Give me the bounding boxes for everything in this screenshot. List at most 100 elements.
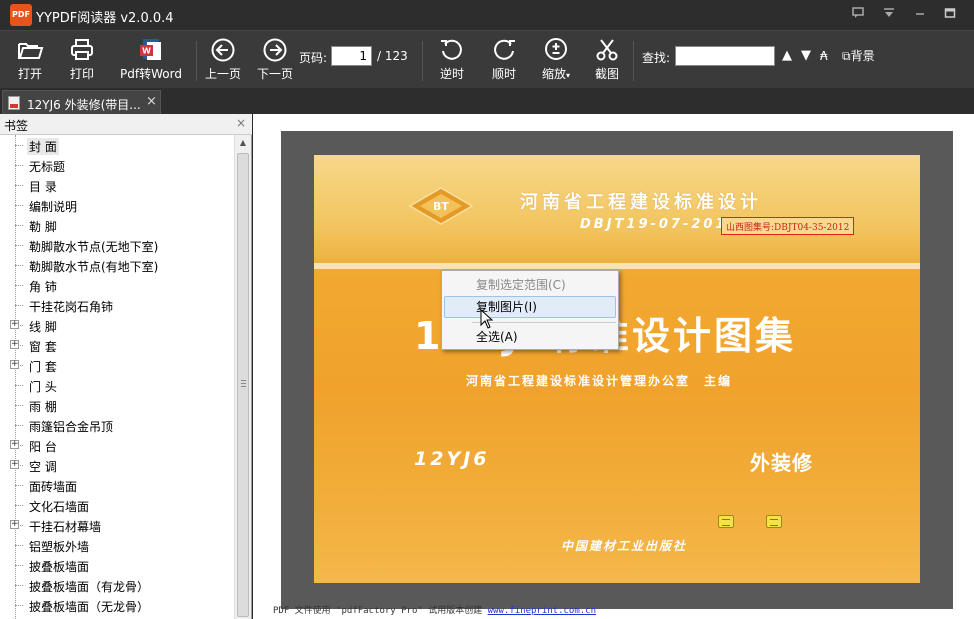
bookmark-item[interactable]: + 阳 台 xyxy=(0,435,234,455)
context-menu: 复制选定范围(C) 复制图片(I) 全选(A) xyxy=(441,270,619,350)
bookmark-label: 角 铈 xyxy=(29,280,57,294)
print-button[interactable]: 打印 xyxy=(62,35,102,85)
document-viewer[interactable]: BT 河南省工程建设标准设计 DBJT19-07-2012 山西图集号:DBJT… xyxy=(253,114,974,619)
open-label: 打开 xyxy=(17,67,42,81)
page-number-input[interactable] xyxy=(331,46,372,66)
close-panel-icon[interactable]: × xyxy=(236,116,246,130)
bookmark-item[interactable]: 勒脚散水节点(有地下室) xyxy=(0,255,234,275)
bookmark-scrollbar[interactable]: ▲ xyxy=(234,135,251,619)
bookmark-label: 窗 套 xyxy=(29,340,57,354)
bookmark-label: 勒脚散水节点(无地下室) xyxy=(29,240,159,254)
cover-page[interactable]: BT 河南省工程建设标准设计 DBJT19-07-2012 山西图集号:DBJT… xyxy=(314,155,920,583)
scissors-icon xyxy=(596,39,618,61)
bookmark-item[interactable]: + 门 套 xyxy=(0,355,234,375)
tree-connector xyxy=(15,265,23,266)
ctx-copy-selection[interactable]: 复制选定范围(C) xyxy=(444,274,616,296)
menu-dropdown-icon[interactable] xyxy=(880,6,898,24)
find-next-icon[interactable]: ▼ xyxy=(801,47,811,65)
close-tab-icon[interactable]: × xyxy=(146,94,157,109)
scroll-up-icon[interactable]: ▲ xyxy=(235,135,251,151)
bookmark-item[interactable]: + 干挂石材幕墙 xyxy=(0,515,234,535)
bookmark-item[interactable]: 目 录 xyxy=(0,175,234,195)
arrow-right-circle-icon xyxy=(263,38,287,62)
bookmark-item[interactable]: 勒脚散水节点(无地下室) xyxy=(0,235,234,255)
document-tab-label: 12YJ6 外装修(带目... xyxy=(27,98,141,112)
match-case-icon[interactable]: ₳ xyxy=(820,47,828,65)
bookmark-item[interactable]: 勒 脚 xyxy=(0,215,234,235)
bookmark-item[interactable]: 封 面 xyxy=(0,135,234,155)
bookmark-item[interactable]: 披叠板墙面（无龙骨） xyxy=(0,595,234,615)
expand-icon[interactable]: + xyxy=(10,440,19,449)
tab-bar: 12YJ6 外装修(带目... × xyxy=(0,88,974,114)
bookmark-item[interactable]: 门 头 xyxy=(0,375,234,395)
bookmark-item[interactable]: + 线 脚 xyxy=(0,315,234,335)
bookmark-label: 门 头 xyxy=(29,380,57,394)
rotate-ccw-icon xyxy=(441,39,462,60)
find-prev-icon[interactable]: ▲ xyxy=(782,47,792,65)
next-page-label: 下一页 xyxy=(256,67,293,81)
annotation-note-icon[interactable] xyxy=(718,515,734,528)
bookmark-item[interactable]: 无标题 xyxy=(0,155,234,175)
expand-icon[interactable]: + xyxy=(10,340,19,349)
prev-page-button[interactable]: 上一页 xyxy=(203,35,243,85)
maximize-icon[interactable] xyxy=(941,6,959,24)
annotation-note-icon[interactable] xyxy=(766,515,782,528)
screenshot-button[interactable]: 截图 xyxy=(587,35,627,85)
chevron-down-icon: ▾ xyxy=(566,71,571,80)
minimize-icon[interactable] xyxy=(911,6,929,24)
bookmark-item[interactable]: 雨 棚 xyxy=(0,395,234,415)
bookmark-item[interactable]: 编制说明 xyxy=(0,195,234,215)
pdf-to-word-button[interactable]: W Pdf转Word xyxy=(117,35,185,85)
zoom-plus-minus-icon xyxy=(545,38,567,60)
toolbar-divider xyxy=(422,41,423,81)
bookmark-item[interactable]: + 窗 套 xyxy=(0,335,234,355)
bookmark-item[interactable]: 文化石墙面 xyxy=(0,495,234,515)
bookmark-item[interactable]: 面砖墙面 xyxy=(0,475,234,495)
app-logo: PDF xyxy=(10,4,32,26)
tree-connector xyxy=(15,385,23,386)
expand-icon[interactable]: + xyxy=(10,360,19,369)
expand-icon[interactable]: + xyxy=(10,520,19,529)
bookmark-label: 披叠板墙面（无龙骨） xyxy=(29,600,150,614)
bookmark-label: 文化石墙面 xyxy=(29,500,90,514)
bookmark-item[interactable]: 角 铈 xyxy=(0,275,234,295)
document-tab[interactable]: 12YJ6 外装修(带目... × xyxy=(2,90,161,114)
cover-publisher: 中国建材工业出版社 xyxy=(561,539,688,553)
bookmark-item[interactable]: 披叠板墙面 xyxy=(0,555,234,575)
tree-connector xyxy=(15,145,23,146)
background-label: 背景 xyxy=(850,49,875,63)
page-label: 页码: xyxy=(299,51,328,65)
pdf-footer-link[interactable]: www.fineprint.com.cn xyxy=(488,606,596,616)
cover-organization: 河南省工程建设标准设计 xyxy=(520,192,762,213)
bookmark-label: 无标题 xyxy=(29,160,66,174)
zoom-button[interactable]: 缩放▾ xyxy=(536,35,576,85)
ctx-select-all[interactable]: 全选(A) xyxy=(444,326,616,348)
bookmark-item[interactable]: 披叠板墙面（有龙骨） xyxy=(0,575,234,595)
bookmark-label: 编制说明 xyxy=(29,200,78,214)
bookmark-label: 封 面 xyxy=(27,138,59,155)
expand-icon[interactable]: + xyxy=(10,460,19,469)
next-page-button[interactable]: 下一页 xyxy=(255,35,295,85)
feedback-icon[interactable] xyxy=(849,6,867,24)
scroll-thumb[interactable] xyxy=(237,153,249,617)
bookmark-label: 干挂花岗石角铈 xyxy=(29,300,114,314)
toolbar: 打开 打印 W Pdf转Word 上一页 下一页 页码: / 123 逆时 顺时… xyxy=(0,30,974,88)
bt-logo: BT xyxy=(408,187,474,225)
bookmark-item[interactable]: + 空 调 xyxy=(0,455,234,475)
bookmark-item[interactable]: 干挂花岗石角铈 xyxy=(0,295,234,315)
scroll-grip-icon xyxy=(241,380,246,387)
expand-icon[interactable]: + xyxy=(10,320,19,329)
tree-connector xyxy=(15,565,23,566)
tree-connector xyxy=(15,245,23,246)
find-input[interactable] xyxy=(675,46,775,66)
rotate-cw-button[interactable]: 顺时 xyxy=(484,35,524,85)
bookmark-item[interactable]: 雨篷铝合金吊顶 xyxy=(0,415,234,435)
background-button[interactable]: ⧉背景 xyxy=(842,47,875,65)
ctx-copy-image[interactable]: 复制图片(I) xyxy=(444,296,616,318)
bookmark-item[interactable]: 铝塑板外墙 xyxy=(0,535,234,555)
open-button[interactable]: 打开 xyxy=(10,35,50,85)
tree-connector xyxy=(15,165,23,166)
bookmark-label: 干挂石材幕墙 xyxy=(29,520,102,534)
tree-connector xyxy=(15,485,23,486)
rotate-ccw-button[interactable]: 逆时 xyxy=(432,35,472,85)
